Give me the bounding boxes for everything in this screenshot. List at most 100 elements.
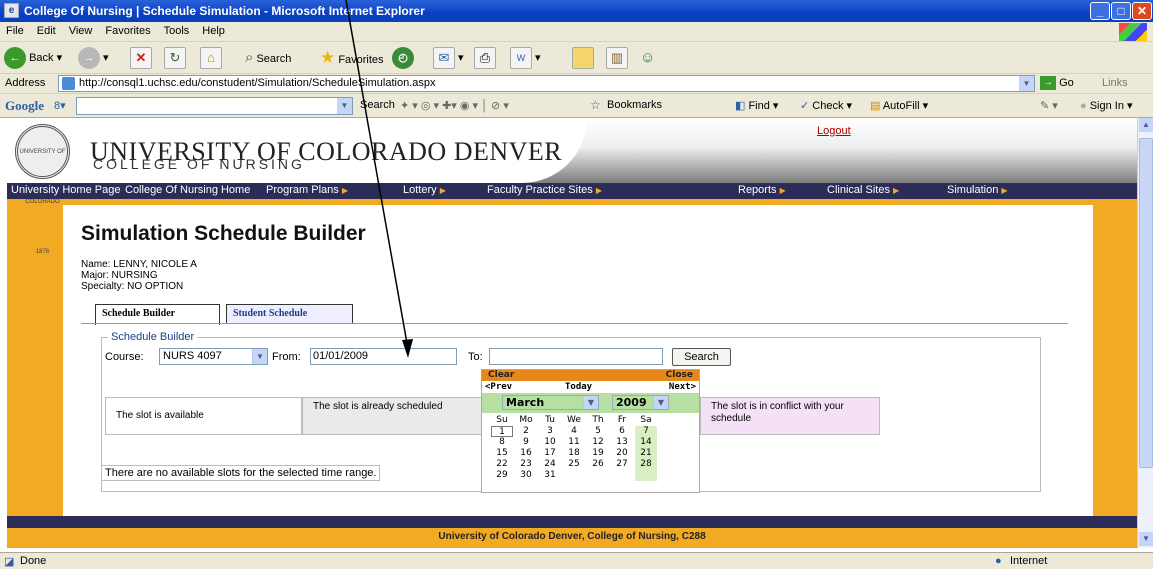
calendar-day[interactable]: 16 <box>515 448 537 459</box>
scroll-down-icon[interactable]: ▼ <box>1139 532 1153 546</box>
google-tools-icons[interactable]: ✦ ▾ ◎ ▾ ✚▾ ◉ ▾ │ ⊘ ▾ <box>400 99 509 112</box>
nav-university-home[interactable]: University Home Page <box>11 184 120 196</box>
tab-student-schedule[interactable]: Student Schedule <box>226 304 353 324</box>
print-button[interactable]: ⎙ <box>474 46 496 70</box>
research-button[interactable]: ▥ <box>606 46 628 70</box>
nav-reports[interactable]: Reports ▶ <box>738 184 786 196</box>
search-button[interactable]: Search <box>672 348 731 366</box>
vertical-scrollbar[interactable]: ▲ ▼ <box>1137 118 1153 548</box>
forward-button[interactable]: → ▾ <box>78 46 109 70</box>
edit-button[interactable]: W ▾ <box>510 46 541 70</box>
address-input[interactable]: http://consql1.uchsc.edu/constudent/Simu… <box>58 75 1035 92</box>
from-date-input[interactable]: 01/01/2009 <box>310 348 457 365</box>
nav-lottery[interactable]: Lottery ▶ <box>403 184 446 196</box>
calendar-day[interactable]: 24 <box>539 459 561 470</box>
search-button[interactable]: ⌕ Search <box>245 46 291 70</box>
calendar-day[interactable]: 5 <box>587 426 609 437</box>
calendar-day[interactable]: 18 <box>563 448 585 459</box>
calendar-close[interactable]: Close <box>666 370 693 380</box>
google-dropdown-icon[interactable]: ▼ <box>337 98 352 114</box>
calendar-day[interactable]: 3 <box>539 426 561 437</box>
calendar-day[interactable]: 21 <box>635 448 657 459</box>
calendar-day[interactable]: 25 <box>563 459 585 470</box>
calendar-day[interactable]: 13 <box>611 437 633 448</box>
calendar-clear[interactable]: Clear <box>488 370 514 380</box>
calendar-prev[interactable]: <Prev <box>485 382 512 392</box>
course-select[interactable]: NURS 4097 ▼ <box>159 348 268 365</box>
minimize-button[interactable]: _ <box>1090 2 1110 20</box>
nav-program-plans[interactable]: Program Plans ▶ <box>266 184 348 196</box>
calendar-today[interactable]: Today <box>565 382 592 392</box>
autofill-button[interactable]: ▤ AutoFill ▾ <box>870 99 928 112</box>
calendar-day[interactable]: 10 <box>539 437 561 448</box>
window-title-bar[interactable]: e College Of Nursing | Schedule Simulati… <box>0 0 1153 22</box>
nav-faculty-practice-sites[interactable]: Faculty Practice Sites ▶ <box>487 184 602 196</box>
go-button[interactable]: → Go <box>1040 75 1074 92</box>
nav-clinical-sites[interactable]: Clinical Sites ▶ <box>827 184 899 196</box>
calendar-day[interactable]: 20 <box>611 448 633 459</box>
calendar-next[interactable]: Next> <box>669 382 696 392</box>
calendar-day[interactable]: 8 <box>491 437 513 448</box>
page-done-icon: ◪ <box>4 556 15 568</box>
address-dropdown-icon[interactable]: ▼ <box>1019 76 1034 91</box>
messenger-button[interactable]: ☺ <box>640 46 655 70</box>
calendar-day[interactable]: 30 <box>515 470 537 481</box>
calendar-day[interactable]: 31 <box>539 470 561 481</box>
calendar-day[interactable]: 26 <box>587 459 609 470</box>
check-button[interactable]: ✓ Check ▾ <box>800 99 852 112</box>
nav-college-home[interactable]: College Of Nursing Home <box>125 184 250 196</box>
back-button[interactable]: ← Back ▾ <box>4 46 62 70</box>
calendar-day[interactable]: 4 <box>563 426 585 437</box>
menu-favorites[interactable]: Favorites <box>99 22 157 37</box>
nav-simulation[interactable]: Simulation ▶ <box>947 184 1008 196</box>
menu-file[interactable]: File <box>0 22 31 37</box>
calendar-day[interactable]: 29 <box>491 470 513 481</box>
calendar-day[interactable]: 12 <box>587 437 609 448</box>
scroll-up-icon[interactable]: ▲ <box>1139 118 1153 132</box>
calendar-day[interactable]: 27 <box>611 459 633 470</box>
history-button[interactable]: ◴ <box>392 46 414 70</box>
logout-link[interactable]: Logout <box>817 125 851 137</box>
calendar-day[interactable]: 14 <box>635 437 657 448</box>
calendar-day[interactable]: 15 <box>491 448 513 459</box>
calendar-day[interactable]: 6 <box>611 426 633 437</box>
close-button[interactable]: ✕ <box>1132 2 1152 20</box>
scroll-thumb[interactable] <box>1139 138 1153 468</box>
folder-button[interactable] <box>572 46 594 70</box>
menu-help[interactable]: Help <box>196 22 232 37</box>
calendar-day[interactable]: 17 <box>539 448 561 459</box>
calendar-day[interactable]: 11 <box>563 437 585 448</box>
google-search-button[interactable]: Search <box>360 99 395 111</box>
links-button[interactable]: Links <box>1102 77 1128 89</box>
home-button[interactable]: ⌂ <box>200 46 222 70</box>
menu-view[interactable]: View <box>63 22 100 37</box>
calendar-day[interactable]: 2 <box>515 426 537 437</box>
calendar-day[interactable]: 28 <box>635 459 657 470</box>
find-button[interactable]: ◧ Find ▾ <box>735 99 778 112</box>
month-select[interactable]: March ▼ <box>502 395 599 410</box>
refresh-button[interactable]: ↻ <box>164 46 186 70</box>
stop-button[interactable]: ✕ <box>130 46 152 70</box>
calendar-day[interactable]: 9 <box>515 437 537 448</box>
calendar-day[interactable]: 19 <box>587 448 609 459</box>
refresh-icon: ↻ <box>164 47 186 70</box>
signin-button[interactable]: ● Sign In ▾ <box>1080 99 1133 112</box>
nav-label: College Of Nursing Home <box>125 184 251 196</box>
settings-wrench-icon[interactable]: ✎ ▾ <box>1040 99 1058 112</box>
to-date-input[interactable] <box>489 348 663 365</box>
calendar-day[interactable]: 22 <box>491 459 513 470</box>
go-label: Go <box>1059 77 1074 89</box>
menu-edit[interactable]: Edit <box>31 22 63 37</box>
mail-button[interactable]: ✉ ▾ <box>433 46 464 70</box>
tab-schedule-builder[interactable]: Schedule Builder <box>95 304 220 325</box>
bookmarks-button[interactable]: Bookmarks <box>607 99 662 111</box>
menu-tools[interactable]: Tools <box>158 22 197 37</box>
google-search-input[interactable]: ▼ <box>76 97 353 115</box>
calendar-day[interactable]: 7 <box>635 426 657 437</box>
year-select[interactable]: 2009 ▼ <box>612 395 669 410</box>
maximize-button[interactable]: □ <box>1111 2 1131 20</box>
favorites-button[interactable]: ★ Favorites <box>320 46 384 70</box>
calendar-day[interactable]: 1 <box>491 426 513 437</box>
calendar-day[interactable]: 23 <box>515 459 537 470</box>
google-account-icon[interactable]: 8▾ <box>54 99 66 112</box>
